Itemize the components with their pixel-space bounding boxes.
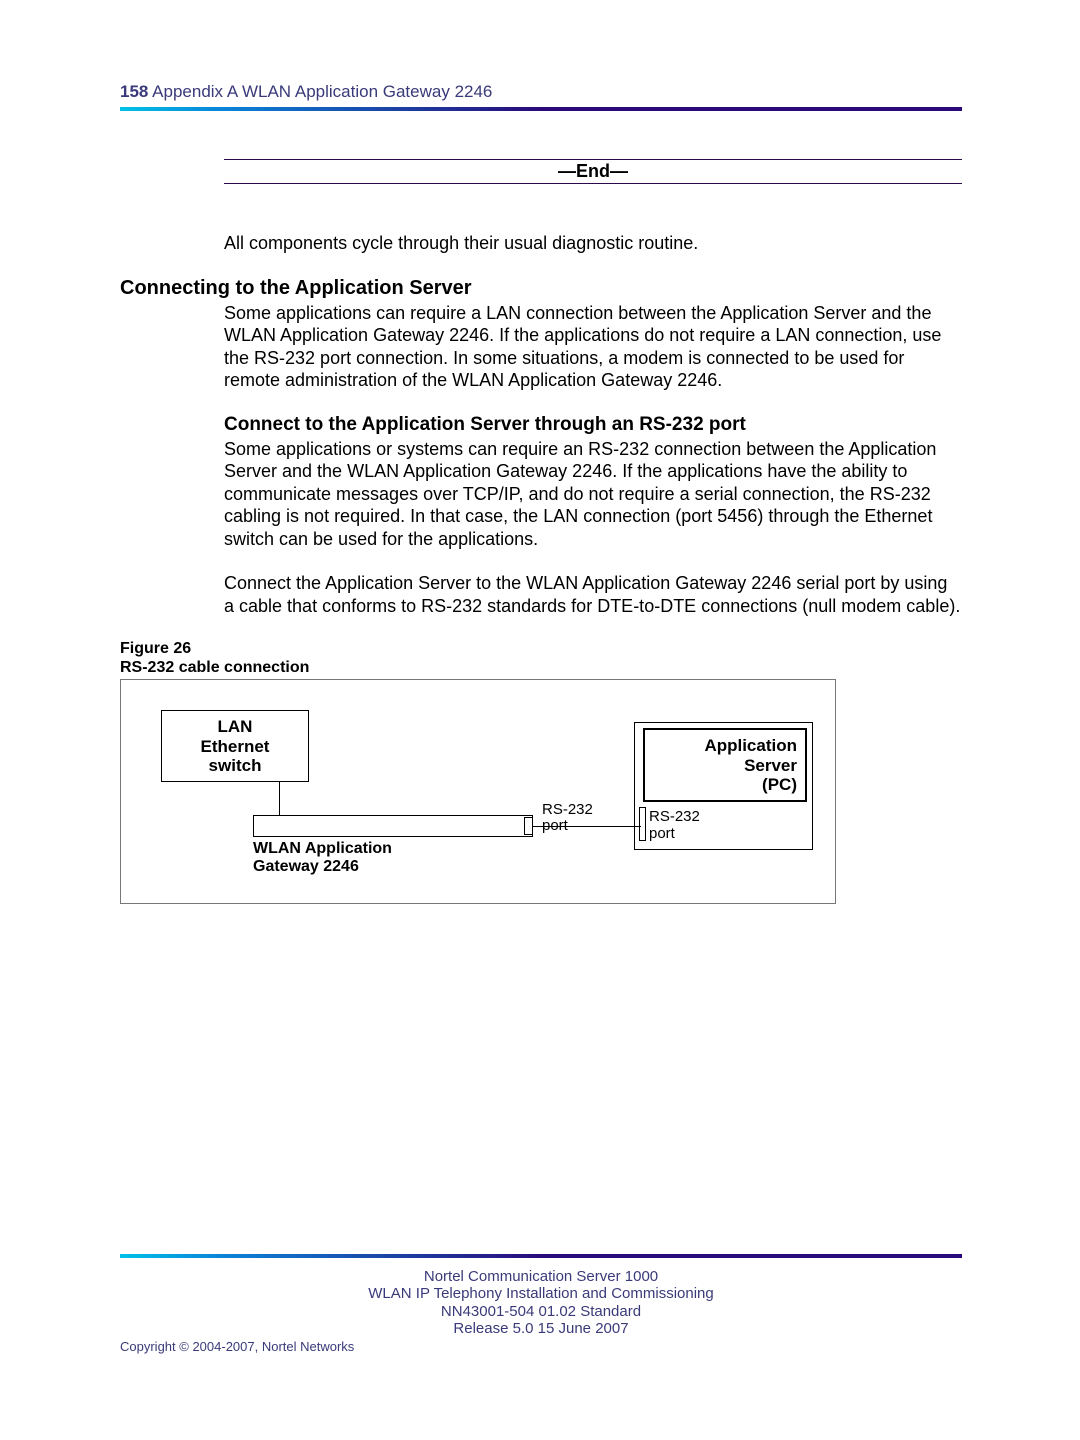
page-number: 158 bbox=[120, 82, 148, 101]
app-rs232-port bbox=[639, 807, 646, 841]
footer-line4: Release 5.0 15 June 2007 bbox=[120, 1320, 962, 1337]
page-header: 158 Appendix A WLAN Application Gateway … bbox=[120, 82, 962, 102]
header-rule bbox=[120, 107, 962, 111]
section-heading: Connecting to the Application Server bbox=[120, 277, 962, 300]
paragraph: Some applications can require a LAN conn… bbox=[224, 302, 962, 392]
figure-title: RS-232 cable connection bbox=[120, 658, 962, 677]
footer-line1: Nortel Communication Server 1000 bbox=[120, 1268, 962, 1285]
app-line2: Server bbox=[653, 756, 797, 776]
connector-line bbox=[279, 782, 280, 816]
footer-line3: NN43001-504 01.02 Standard bbox=[120, 1303, 962, 1320]
copyright: Copyright © 2004-2007, Nortel Networks bbox=[120, 1339, 962, 1354]
lan-line3: switch bbox=[162, 756, 308, 776]
footer-line2: WLAN IP Telephony Installation and Commi… bbox=[120, 1285, 962, 1302]
app-line1: Application bbox=[653, 736, 797, 756]
footer-rule bbox=[120, 1254, 962, 1258]
paragraph: Connect the Application Server to the WL… bbox=[224, 572, 962, 617]
footer-text: Nortel Communication Server 1000 WLAN IP… bbox=[120, 1268, 962, 1337]
lan-line1: LAN bbox=[162, 717, 308, 737]
paragraph: All components cycle through their usual… bbox=[224, 232, 962, 255]
end-marker: —End— bbox=[224, 159, 962, 184]
lan-switch-box: LAN Ethernet switch bbox=[161, 710, 309, 782]
wlan-port-label: RS-232 port bbox=[542, 802, 602, 834]
application-server-box: Application Server (PC) RS-232 port bbox=[634, 722, 813, 850]
wlan-label-l2: Gateway 2246 bbox=[253, 858, 533, 876]
lan-line2: Ethernet bbox=[162, 737, 308, 757]
app-port-label: RS-232 port bbox=[649, 809, 700, 842]
header-title: Appendix A WLAN Application Gateway 2246 bbox=[152, 82, 492, 101]
connector-line bbox=[532, 826, 641, 827]
figure-diagram: LAN Ethernet switch RS-232 port WLAN App… bbox=[120, 679, 836, 904]
application-server-inner: Application Server (PC) bbox=[643, 728, 807, 802]
paragraph: Some applications or systems can require… bbox=[224, 438, 962, 551]
figure-number: Figure 26 bbox=[120, 639, 962, 658]
wlan-gateway-box: RS-232 port bbox=[253, 815, 533, 837]
wlan-gateway-block: RS-232 port WLAN Application Gateway 224… bbox=[253, 815, 533, 875]
wlan-label: WLAN Application Gateway 2246 bbox=[253, 840, 533, 875]
figure-caption: Figure 26 RS-232 cable connection bbox=[120, 639, 962, 677]
page-footer: Nortel Communication Server 1000 WLAN IP… bbox=[120, 1254, 962, 1354]
app-line3: (PC) bbox=[653, 775, 797, 795]
subsection-heading: Connect to the Application Server throug… bbox=[224, 414, 962, 436]
wlan-label-l1: WLAN Application bbox=[253, 840, 533, 858]
